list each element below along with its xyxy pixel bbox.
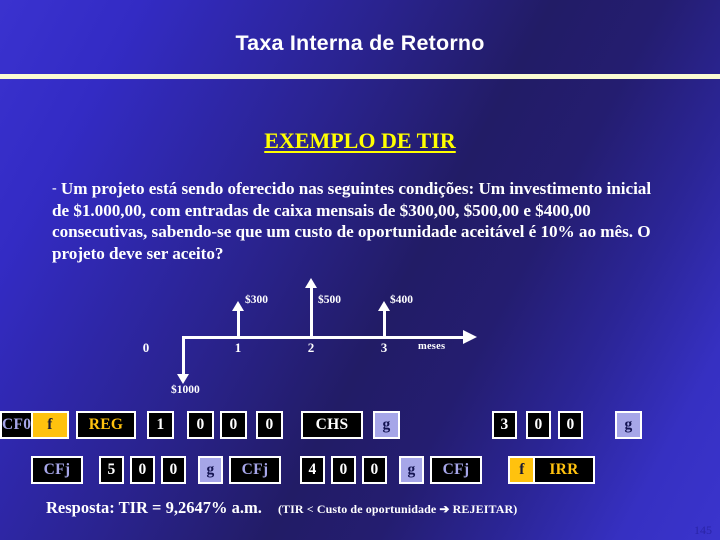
key-cfj-1[interactable]: CFj — [31, 456, 83, 484]
key-reg[interactable]: REG — [76, 411, 136, 439]
timeline-arrow-icon — [463, 330, 477, 344]
inflow-1-arrow-head-icon — [232, 301, 244, 311]
tick-label-0: 0 — [142, 340, 150, 355]
key-cf0[interactable]: CF0 — [0, 411, 34, 439]
outflow-arrow-head-icon — [177, 374, 189, 384]
calculator-keys-row-2: CFj 5 0 0 g CFj 4 0 0 g CFj f IRR — [0, 456, 720, 486]
key-g-4[interactable]: g — [399, 456, 424, 484]
outflow-arrow-shaft — [182, 336, 185, 376]
inflow-1-label: $300 — [245, 294, 268, 306]
key-5[interactable]: 5 — [99, 456, 124, 484]
key-0-c[interactable]: 0 — [256, 411, 283, 439]
key-g-1[interactable]: g — [373, 411, 400, 439]
key-4[interactable]: 4 — [300, 456, 325, 484]
page-title: Taxa Interna de Retorno — [235, 31, 485, 55]
key-0-e[interactable]: 0 — [558, 411, 583, 439]
tick-label-2: 2 — [307, 340, 315, 355]
inflow-2-label: $500 — [318, 294, 341, 306]
key-0-h[interactable]: 0 — [331, 456, 356, 484]
problem-statement: - Um projeto está sendo oferecido nas se… — [52, 178, 672, 264]
section-heading: EXEMPLO DE TIR — [264, 128, 456, 153]
inflow-2-arrow-head-icon — [305, 278, 317, 288]
key-irr[interactable]: IRR — [533, 456, 595, 484]
key-cfj-3[interactable]: CFj — [430, 456, 482, 484]
title-bar: Taxa Interna de Retorno — [0, 0, 720, 79]
key-cfj-2[interactable]: CFj — [229, 456, 281, 484]
key-1-a[interactable]: 1 — [147, 411, 174, 439]
key-0-f[interactable]: 0 — [130, 456, 155, 484]
tick-label-1: 1 — [234, 340, 242, 355]
answer-main: Resposta: TIR = 9,2647% a.m. — [46, 498, 262, 517]
bullet-dash: - — [52, 181, 57, 196]
key-g-2[interactable]: g — [615, 411, 642, 439]
calculator-keys-row-1: f REG 1 0 0 0 CHS g CF0 3 0 0 g — [0, 411, 720, 441]
inflow-3-arrow-shaft — [383, 310, 386, 338]
outflow-label: $1000 — [171, 384, 200, 396]
key-0-d[interactable]: 0 — [526, 411, 551, 439]
inflow-1-arrow-shaft — [237, 310, 240, 338]
inflow-3-label: $400 — [390, 294, 413, 306]
key-f-1[interactable]: f — [31, 411, 69, 439]
key-0-a[interactable]: 0 — [187, 411, 214, 439]
title-divider — [0, 74, 720, 79]
answer-note: (TIR < Custo de oportunidade ➔ REJEITAR) — [277, 502, 518, 516]
answer-line: Resposta: TIR = 9,2647% a.m. (TIR < Cust… — [46, 498, 517, 518]
inflow-3-arrow-head-icon — [378, 301, 390, 311]
key-3-a[interactable]: 3 — [492, 411, 517, 439]
key-0-g[interactable]: 0 — [161, 456, 186, 484]
cash-flow-timeline: meses 0 1 2 3 $1000 $300 $500 $400 — [143, 278, 630, 400]
key-g-3[interactable]: g — [198, 456, 223, 484]
timeline-unit-label: meses — [418, 341, 446, 352]
tick-label-3: 3 — [380, 340, 388, 355]
timeline-axis — [182, 336, 467, 339]
slide-canvas: Taxa Interna de Retorno EXEMPLO DE TIR -… — [0, 0, 720, 540]
key-0-i[interactable]: 0 — [362, 456, 387, 484]
page-number: 145 — [694, 523, 712, 537]
key-0-b[interactable]: 0 — [220, 411, 247, 439]
problem-body: Um projeto está sendo oferecido nas segu… — [52, 179, 652, 263]
key-chs[interactable]: CHS — [301, 411, 363, 439]
inflow-2-arrow-shaft — [310, 286, 313, 338]
key-f-2[interactable]: f — [508, 456, 536, 484]
